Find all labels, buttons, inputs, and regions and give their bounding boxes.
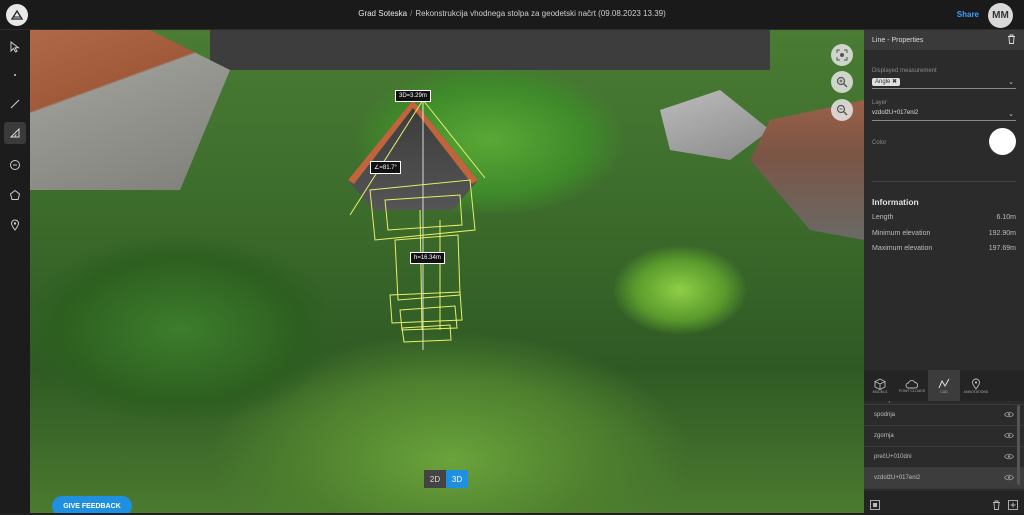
tab-label: ANNOTATIONS [963, 389, 989, 394]
info-row-max-elevation: Maximum elevation 197.69m [872, 245, 1016, 252]
point-cloud-viewport[interactable]: 3D=3.29m ∠=81.7° h=16.34m 2D 3D GIVE FEE… [30, 30, 864, 513]
polygon-icon[interactable] [4, 184, 26, 206]
panel-tabs: MODELS POINT CLOUDS CAD ANNOTATIONS [864, 370, 1024, 401]
measurement-chip[interactable]: Angle ✖ [872, 78, 901, 86]
eye-icon[interactable] [1004, 474, 1014, 483]
eye-icon[interactable] [1004, 453, 1014, 462]
tab-models[interactable]: MODELS [864, 370, 896, 401]
layer-list: srednja spodnja zgornja prečU+010dni vzd… [864, 401, 1024, 491]
cad-icon [938, 378, 950, 388]
distance-icon[interactable] [4, 93, 26, 115]
measurement-chip-label: Angle [875, 79, 891, 85]
layer-list-actions [864, 491, 1024, 513]
mode-3d-button[interactable]: 3D [446, 470, 468, 488]
breadcrumb-separator: / [410, 9, 413, 18]
measurement-overlay [349, 99, 486, 350]
location-pin-icon[interactable] [4, 214, 26, 236]
layer-select[interactable]: vzdolžU+017eni2 ⌄ [872, 110, 1016, 121]
import-icon[interactable] [870, 497, 880, 515]
list-item[interactable]: spodnja [864, 405, 1024, 426]
distance-3d-label[interactable]: 3D=3.29m [395, 90, 431, 102]
layer-name: prečU+010dni [874, 454, 912, 460]
trash-icon[interactable] [992, 497, 1001, 515]
share-button[interactable]: Share [957, 10, 979, 19]
layer-name: spodnja [874, 412, 896, 418]
info-row-min-elevation: Minimum elevation 192.90m [872, 230, 1016, 237]
measurement-lines [349, 99, 486, 350]
trash-icon[interactable] [1007, 34, 1016, 46]
information-title: Information [872, 197, 919, 207]
layer-name: zgornja [874, 433, 894, 439]
eye-icon[interactable] [1004, 411, 1014, 420]
tab-annotations[interactable]: ANNOTATIONS [960, 370, 992, 401]
avatar[interactable]: MM [988, 3, 1013, 28]
info-value: 197.69m [988, 245, 1016, 252]
layer-label: Layer [872, 100, 888, 106]
top-bar: Grad Soteska / Rekonstrukcija vhodnega sto… [0, 0, 1024, 30]
breadcrumb-project[interactable]: Grad Soteska [358, 9, 407, 18]
zoom-out-icon[interactable] [831, 99, 853, 121]
give-feedback-button[interactable]: GIVE FEEDBACK [52, 496, 132, 513]
tab-point-clouds[interactable]: POINT CLOUDS [896, 370, 928, 401]
chevron-down-icon[interactable]: ⌄ [1008, 78, 1014, 86]
info-value: 6.10m [996, 214, 1016, 221]
focus-view-icon[interactable] [831, 44, 853, 66]
add-layer-icon[interactable] [1008, 497, 1018, 515]
tab-label: MODELS [872, 389, 888, 394]
chip-remove-icon[interactable]: ✖ [892, 79, 897, 85]
displayed-measurement-select[interactable]: Angle ✖ ⌄ [872, 78, 1016, 89]
info-value: 192.90m [988, 230, 1016, 237]
list-item-selected[interactable]: vzdolžU+017eni2 [864, 468, 1024, 489]
point-icon[interactable] [4, 64, 26, 86]
cube-icon [874, 377, 886, 390]
layer-select-value: vzdolžU+017eni2 [872, 110, 919, 116]
info-row-length: Length 6.10m [872, 214, 1016, 221]
panel-header: Line - Properties [864, 30, 1024, 50]
measure-toolbar [0, 30, 30, 513]
layer-name: vzdolžU+017eni2 [874, 475, 921, 481]
zoom-in-icon[interactable] [831, 71, 853, 93]
info-label: Minimum elevation [872, 230, 931, 237]
eye-icon[interactable] [1004, 432, 1014, 441]
layer-name: srednja [874, 401, 894, 403]
list-item[interactable]: zgornja [864, 426, 1024, 447]
circle-icon[interactable] [4, 154, 26, 176]
tab-cad[interactable]: CAD [928, 370, 960, 401]
list-item[interactable]: prečU+010dni [864, 447, 1024, 468]
select-icon[interactable] [4, 36, 26, 58]
breadcrumb-title: Rekonstrukcija vhodnega stolpa za geodet… [415, 9, 666, 18]
panel-title: Line - Properties [872, 36, 924, 44]
list-scrollbar[interactable] [1017, 405, 1020, 485]
chevron-down-icon[interactable]: ⌄ [1008, 110, 1014, 118]
angle-label[interactable]: ∠=81.7° [370, 161, 401, 174]
color-label: Color [872, 140, 887, 146]
eye-icon[interactable] [1004, 401, 1014, 404]
cloud-icon [905, 379, 919, 388]
tab-label: POINT CLOUDS [898, 388, 926, 393]
view-mode-toggle: 2D 3D [424, 470, 468, 488]
mode-2d-button[interactable]: 2D [424, 470, 446, 488]
breadcrumb: Grad Soteska / Rekonstrukcija vhodnega sto… [0, 9, 1024, 18]
info-label: Maximum elevation [872, 245, 933, 252]
pin-icon [972, 378, 980, 390]
divider [872, 181, 1016, 182]
tab-label: CAD [940, 389, 948, 394]
angle-icon[interactable] [4, 122, 26, 144]
color-swatch[interactable] [989, 128, 1016, 155]
info-label: Length [872, 214, 894, 221]
height-label[interactable]: h=16.34m [410, 252, 445, 264]
displayed-measurement-label: Displayed measurement [872, 68, 937, 74]
